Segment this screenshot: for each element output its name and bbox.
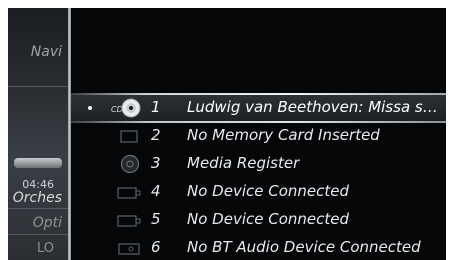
usb-device-icon <box>111 182 145 202</box>
media-source-item-cd[interactable]: CD 1 Ludwig van Beethoven: Missa s… <box>71 93 446 123</box>
menu-divider <box>8 234 68 235</box>
active-source-indicator <box>88 106 92 110</box>
media-screen: Navi 04:46 Orches Opti LO CD 1 Ludwig va… <box>8 8 446 260</box>
media-register-icon <box>111 154 145 174</box>
media-source-item-bt-audio[interactable]: 6 No BT Audio Device Connected <box>71 234 446 260</box>
menu-divider <box>8 86 68 87</box>
source-label: No Device Connected <box>187 182 350 200</box>
media-source-list: CD 1 Ludwig van Beethoven: Missa s… 2 No… <box>71 93 446 260</box>
track-progress-bar <box>14 158 62 168</box>
source-label: Media Register <box>187 154 300 172</box>
bluetooth-audio-icon <box>111 238 145 258</box>
media-source-item-memory-card[interactable]: 2 No Memory Card Inserted <box>71 122 446 150</box>
media-source-item-device-5[interactable]: 5 No Device Connected <box>71 206 446 234</box>
source-label: No BT Audio Device Connected <box>187 238 421 256</box>
source-number: 1 <box>151 98 161 116</box>
cd-icon: CD <box>111 98 145 118</box>
source-label: No Memory Card Inserted <box>187 126 380 144</box>
lo-label: LO <box>36 241 54 256</box>
background-menu-panel: Navi 04:46 Orches Opti LO <box>8 8 68 260</box>
usb-device-icon <box>111 210 145 230</box>
source-number: 2 <box>151 126 161 144</box>
source-number: 3 <box>151 154 161 172</box>
options-menu-label: Opti <box>32 215 62 231</box>
source-label: Ludwig van Beethoven: Missa s… <box>187 98 438 116</box>
source-label: No Device Connected <box>187 210 350 228</box>
source-number: 6 <box>151 238 161 256</box>
current-track-title: Orches <box>12 190 62 206</box>
cd-icon-text: CD <box>111 105 123 114</box>
menu-divider <box>8 208 68 209</box>
navi-menu-label: Navi <box>30 44 62 60</box>
source-number: 4 <box>151 182 161 200</box>
source-number: 5 <box>151 210 161 228</box>
media-source-item-device-4[interactable]: 4 No Device Connected <box>71 178 446 206</box>
memory-card-icon <box>111 126 145 146</box>
media-source-item-media-register[interactable]: 3 Media Register <box>71 150 446 178</box>
